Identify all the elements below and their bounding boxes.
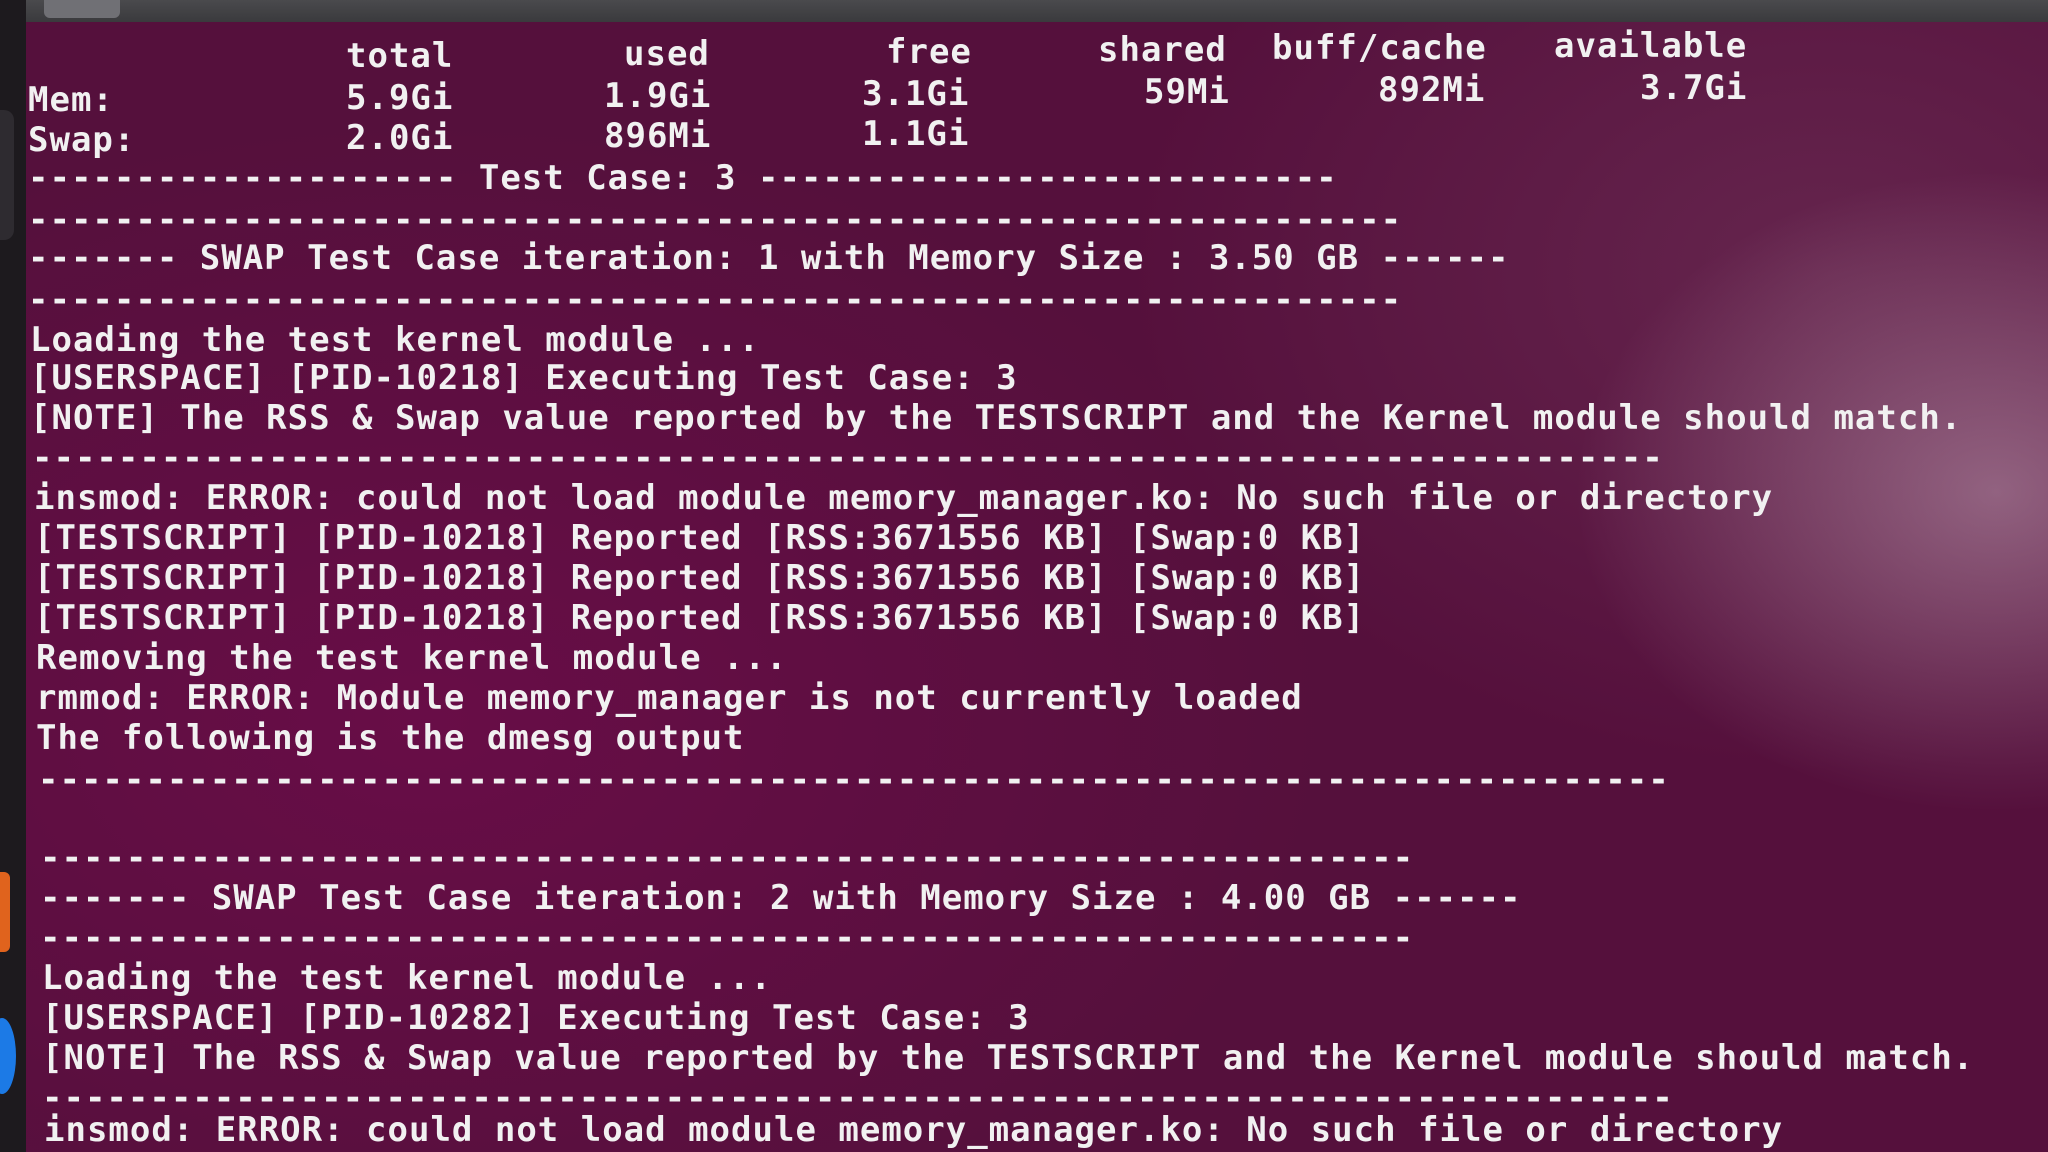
output-line-note-1: [NOTE] The RSS & Swap value reported by … [30,398,1963,438]
terminal-window[interactable]: total used free shared buff/cache availa… [26,22,2048,1152]
dock-app-orange-icon[interactable] [0,872,10,952]
col-header-shared: shared [1098,30,1227,70]
col-header-total: total [346,36,454,76]
dock-app-blue-icon[interactable] [0,1018,16,1094]
test-case-banner: -------------------- Test Case: 3 ------… [28,158,1338,198]
window-tab[interactable] [44,0,120,18]
iteration-banner-2: ------- SWAP Test Case iteration: 2 with… [40,878,1522,918]
output-line-executing-2: [USERSPACE] [PID-10282] Executing Test C… [42,998,1030,1038]
separator-line: ----------------------------------------… [28,280,1403,320]
separator-line: ----------------------------------------… [28,200,1403,240]
swap-total: 2.0Gi [346,118,454,158]
swap-free: 1.1Gi [862,114,970,154]
output-line-executing-1: [USERSPACE] [PID-10218] Executing Test C… [30,358,1018,398]
col-header-free: free [886,32,972,72]
output-line-reported-1: [TESTSCRIPT] [PID-10218] Reported [RSS:3… [34,518,1366,558]
screen-bezel-top [0,0,2048,22]
swap-used: 896Mi [604,116,712,156]
mem-total: 5.9Gi [346,78,454,118]
mem-shared: 59Mi [1144,72,1230,112]
col-header-available: available [1554,26,1748,66]
mem-free: 3.1Gi [862,74,970,114]
output-line-note-2: [NOTE] The RSS & Swap value reported by … [42,1038,1975,1078]
output-line-reported-3: [TESTSCRIPT] [PID-10218] Reported [RSS:3… [34,598,1366,638]
dock [0,0,26,1152]
separator-line: ----------------------------------------… [40,918,1415,958]
output-line-rmmod-error-1: rmmod: ERROR: Module memory_manager is n… [36,678,1303,718]
output-line-loading-2: Loading the test kernel module ... [42,958,772,998]
output-line-insmod-error-2: insmod: ERROR: could not load module mem… [44,1110,1784,1150]
output-line-reported-2: [TESTSCRIPT] [PID-10218] Reported [RSS:3… [34,558,1366,598]
output-line-loading-1: Loading the test kernel module ... [30,320,760,360]
separator-line: ----------------------------------------… [32,438,1664,478]
swap-label: Swap: [28,120,136,160]
output-line-dmesg-1: The following is the dmesg output [36,718,745,758]
output-line-insmod-error-1: insmod: ERROR: could not load module mem… [34,478,1774,518]
iteration-banner-1: ------- SWAP Test Case iteration: 1 with… [28,238,1510,278]
col-header-buff-cache: buff/cache [1272,28,1487,68]
mem-used: 1.9Gi [604,76,712,116]
separator-line: ----------------------------------------… [40,838,1415,878]
mem-buff-cache: 892Mi [1378,70,1486,110]
dock-app-slot[interactable] [0,110,14,240]
mem-available: 3.7Gi [1640,68,1748,108]
output-line-removing-1: Removing the test kernel module ... [36,638,788,678]
col-header-used: used [624,34,710,74]
mem-label: Mem: [28,80,114,120]
separator-line: ----------------------------------------… [38,760,1670,800]
